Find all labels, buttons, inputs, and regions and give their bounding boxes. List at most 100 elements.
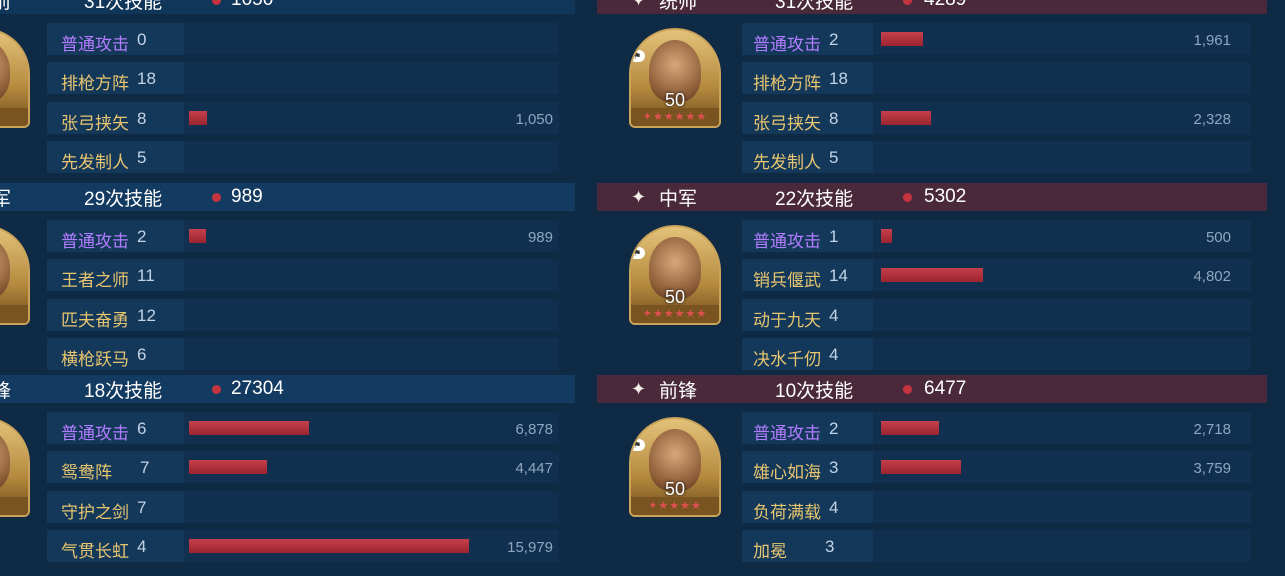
total-damage: 1050 (231, 0, 273, 11)
skill-times: 18 (829, 69, 848, 89)
skill-row: 普通攻击 6 6,878 (0, 412, 575, 444)
skill-damage: 2,718 (1193, 421, 1231, 438)
skill-times: 6 (137, 344, 147, 364)
skill-name[interactable]: 张弓挟矢 (753, 109, 821, 134)
skill-row: 守护之剑 7 (0, 490, 575, 523)
skill-row: 普通攻击 2 989 (0, 220, 575, 252)
skill-count: 31次技能 (775, 0, 854, 13)
skill-times: 4 (829, 344, 839, 364)
skill-times: 5 (137, 147, 147, 167)
star-icon: ✦ (631, 378, 647, 399)
skill-count: 29次技能 (84, 188, 163, 210)
group-header: 锋 18次技能 27304 (0, 375, 575, 403)
skill-name[interactable]: 横枪跃马 (61, 345, 129, 370)
skill-times: 8 (829, 108, 839, 128)
star-icon: ✦ (631, 0, 646, 11)
skill-times: 8 (137, 108, 147, 128)
position-label: 军 (0, 188, 12, 210)
skill-damage: 4,447 (515, 460, 553, 478)
position-label: 统帅 (659, 0, 698, 13)
right-team-panel: ✦统帅31次技能4289⚑50✦★★★★★普通攻击21,961排枪方阵18张弓挟… (597, 0, 1267, 576)
total-damage: 6477 (924, 378, 967, 399)
skill-row: 动于九天 4 (597, 298, 1267, 331)
damage-bar (189, 460, 267, 475)
skill-name[interactable]: 普通攻击 (61, 30, 129, 55)
skill-name[interactable]: 守护之剑 (61, 498, 129, 523)
skill-count: 10次技能 (775, 380, 854, 402)
damage-bar-track (184, 490, 559, 523)
skill-times: 6 (137, 419, 147, 438)
skill-name[interactable]: 张弓挟矢 (61, 109, 129, 134)
skill-name[interactable]: 先发制人 (753, 148, 821, 173)
skill-name[interactable]: 销兵偃武 (753, 266, 821, 291)
skill-name[interactable]: 排枪方阵 (61, 69, 129, 94)
skill-damage: 500 (1205, 229, 1231, 246)
skill-row: 张弓挟矢 8 1,050 (0, 101, 575, 134)
damage-bar-track (873, 298, 1251, 331)
skill-row: 负荷满载 4 (597, 490, 1267, 523)
skill-name[interactable]: 普通攻击 (753, 419, 821, 444)
general-group: 锋18次技能2730450★★★普通攻击66,878鸳鸯阵74,447守护之剑7… (0, 375, 575, 567)
skill-name[interactable]: 气贯长虹 (61, 537, 129, 562)
skill-times: 3 (825, 536, 835, 556)
damage-dot-icon (903, 384, 912, 394)
general-group: ✦ 中军 22次技能 5302 ⚑ 50 ✦★★★★★ 普通攻击 1 500 销兵偃武 14 4,802… (597, 183, 1267, 375)
damage-bar-track (873, 220, 1251, 252)
skill-times: 11 (137, 266, 155, 286)
skill-name[interactable]: 普通攻击 (61, 227, 129, 252)
skill-name[interactable]: 普通攻击 (753, 227, 821, 252)
skill-times: 7 (140, 458, 150, 478)
position-label: 锋 (0, 380, 12, 402)
damage-dot-icon (903, 0, 912, 5)
skill-count: 31次技能 (84, 0, 163, 13)
damage-bar-track (873, 490, 1251, 523)
skill-row: 加冕 3 (597, 529, 1267, 562)
skill-name[interactable]: 动于九天 (753, 306, 821, 331)
skill-name[interactable]: 匹夫奋勇 (61, 306, 129, 331)
skill-name[interactable]: 普通攻击 (753, 30, 821, 55)
group-header: ✦ 前锋 10次技能 6477 (597, 375, 1267, 403)
total-damage: 27304 (231, 378, 284, 399)
star-icon: ✦ (631, 186, 647, 207)
damage-bar-track (184, 101, 559, 134)
damage-bar (881, 229, 892, 243)
general-group: ✦ 前锋 10次技能 6477 ⚑ 50 ✦★★★★ 普通攻击 2 2,718 雄心如海 3 3,759… (597, 375, 1267, 567)
skill-damage: 6,878 (515, 421, 553, 438)
group-header: 前 31次技能 1050 (0, 0, 575, 14)
general-group: 军29次技能98950★★★普通攻击2989王者之师11匹夫奋勇12横枪跃马6 (0, 183, 575, 375)
skill-times: 3 (829, 458, 839, 478)
skill-row: 王者之师 11 (0, 259, 575, 292)
skill-row: 决水千仞 4 (597, 337, 1267, 370)
skill-times: 4 (829, 305, 839, 325)
damage-bar-track (184, 140, 559, 173)
skill-name[interactable]: 排枪方阵 (753, 69, 821, 94)
skill-name[interactable]: 负荷满载 (753, 498, 821, 523)
skill-name[interactable]: 决水千仞 (753, 345, 821, 370)
skill-times: 18 (137, 69, 156, 89)
skill-row: 横枪跃马 6 (0, 337, 575, 370)
group-header: ✦ 中军 22次技能 5302 (597, 183, 1267, 211)
skill-count: 22次技能 (775, 188, 854, 210)
skill-name[interactable]: 加冕 (753, 537, 787, 562)
skill-times: 5 (829, 147, 839, 167)
skill-name[interactable]: 先发制人 (61, 148, 129, 173)
damage-bar-track (873, 140, 1251, 173)
damage-bar-track (184, 337, 559, 370)
skill-name[interactable]: 鸳鸯阵 (61, 458, 112, 483)
skill-name[interactable]: 雄心如海 (753, 458, 821, 483)
skill-row: 排枪方阵 18 (597, 62, 1267, 95)
skill-times: 0 (137, 30, 147, 49)
skill-row: 先发制人 5 (597, 140, 1267, 173)
skill-damage: 989 (527, 229, 553, 246)
damage-bar-track (184, 62, 559, 95)
damage-bar (881, 268, 983, 283)
skill-times: 1 (829, 227, 839, 246)
total-damage: 5302 (924, 186, 967, 207)
damage-bar (881, 460, 961, 475)
skill-damage: 4,802 (1193, 268, 1231, 286)
group-header: 军 29次技能 989 (0, 183, 575, 211)
position-label: 前 (0, 0, 12, 13)
damage-bar-track (184, 298, 559, 331)
skill-name[interactable]: 王者之师 (61, 266, 129, 291)
skill-name[interactable]: 普通攻击 (61, 419, 129, 444)
